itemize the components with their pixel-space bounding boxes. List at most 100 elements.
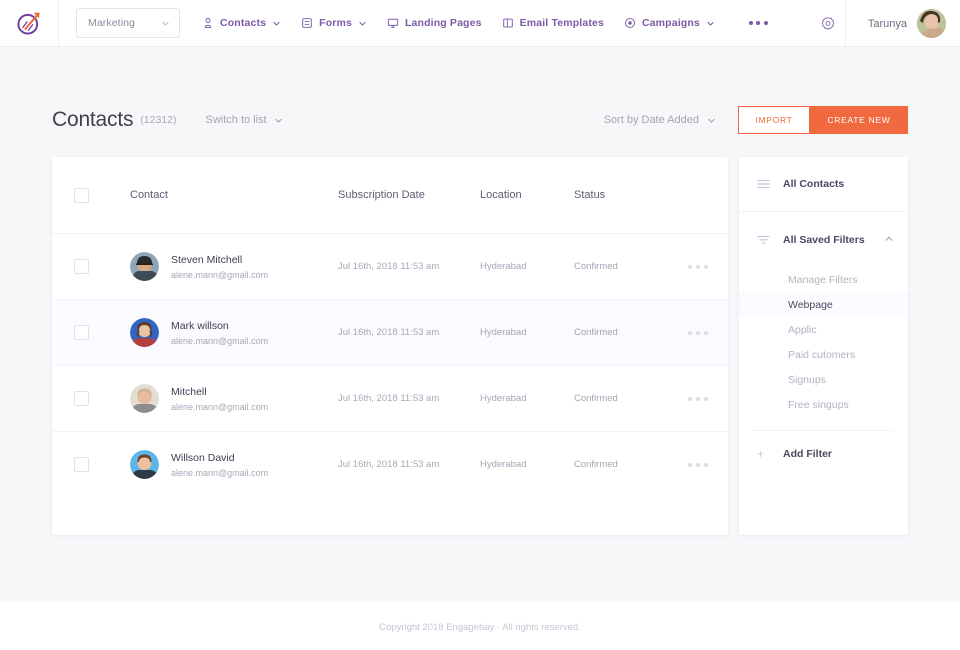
column-header-location: Location <box>480 189 574 201</box>
nav-more-button[interactable] <box>749 21 768 25</box>
heading-actions: Sort by Date Added IMPORT CREATE NEW <box>604 106 908 134</box>
table-row[interactable]: Mark willson alene.mann@gmail.com Jul 16… <box>52 299 728 365</box>
chevron-down-icon <box>272 19 281 28</box>
sidebar-filter-free-singups[interactable]: Free singups <box>739 392 908 417</box>
select-all-cell <box>74 188 130 203</box>
page-footer: Copyright 2018 Engagebay · All rights re… <box>0 602 960 650</box>
engagebay-logo-icon <box>16 10 42 36</box>
more-horizontal-icon <box>696 463 700 467</box>
more-horizontal-icon <box>688 397 692 401</box>
settings-button[interactable] <box>811 16 845 32</box>
more-horizontal-icon <box>704 463 708 467</box>
table-row[interactable]: Steven Mitchell alene.mann@gmail.com Jul… <box>52 233 728 299</box>
row-checkbox[interactable] <box>74 325 89 340</box>
sidebar-filter-webpage[interactable]: Webpage <box>739 292 908 317</box>
row-actions-button[interactable] <box>688 331 708 335</box>
app-logo[interactable] <box>0 10 58 36</box>
nav-label-forms: Forms <box>319 17 352 29</box>
switch-view-dropdown[interactable]: Switch to list <box>205 114 282 126</box>
more-horizontal-icon <box>696 397 700 401</box>
cell-subscription-date: Jul 16th, 2018 11:53 am <box>338 327 480 338</box>
nav-label-contacts: Contacts <box>220 17 266 29</box>
primary-nav: Contacts Forms <box>202 17 768 29</box>
page-heading-row: Contacts (12312) Switch to list Sort by … <box>52 104 908 136</box>
select-all-checkbox[interactable] <box>74 188 89 203</box>
workspace-value: Marketing <box>88 17 135 29</box>
import-button[interactable]: IMPORT <box>738 106 810 134</box>
cell-actions <box>670 463 726 467</box>
top-navigation-bar: Marketing Contacts <box>0 0 960 47</box>
sidebar-filter-applic[interactable]: Applic <box>739 317 908 342</box>
user-avatar <box>917 9 946 38</box>
row-select-cell <box>74 259 130 274</box>
sidebar-filter-label: Manage Filters <box>788 274 857 286</box>
gear-icon <box>820 16 836 32</box>
campaign-target-icon <box>624 17 636 29</box>
nav-item-landing-pages[interactable]: Landing Pages <box>387 17 482 29</box>
row-actions-button[interactable] <box>688 265 708 269</box>
workspace-select[interactable]: Marketing <box>76 8 180 38</box>
contact-name: Mark willson <box>171 320 268 332</box>
cell-subscription-date: Jul 16th, 2018 11:53 am <box>338 393 480 404</box>
row-actions-button[interactable] <box>688 463 708 467</box>
cell-contact: Steven Mitchell alene.mann@gmail.com <box>130 252 338 281</box>
avatar <box>130 384 159 413</box>
contacts-table-card: Contact Subscription Date Location Statu… <box>52 157 728 535</box>
sidebar-filter-label: Signups <box>788 374 826 386</box>
chevron-up-icon[interactable] <box>884 231 894 249</box>
sidebar-filter-label: Paid cutomers <box>788 349 855 361</box>
cell-subscription-date: Jul 16th, 2018 11:53 am <box>338 459 480 470</box>
nav-item-email-templates[interactable]: Email Templates <box>502 17 604 29</box>
avatar <box>917 9 946 38</box>
avatar <box>130 252 159 281</box>
sidebar-item-all-saved-filters[interactable]: All Saved Filters <box>739 212 908 267</box>
table-header-row: Contact Subscription Date Location Statu… <box>52 157 728 233</box>
list-lines-icon <box>757 179 772 189</box>
row-actions-button[interactable] <box>688 397 708 401</box>
contact-email: alene.mann@gmail.com <box>171 402 268 412</box>
more-horizontal-icon <box>704 397 708 401</box>
chevron-down-icon <box>274 116 283 125</box>
nav-label-campaigns: Campaigns <box>642 17 700 29</box>
sort-by-dropdown[interactable]: Sort by Date Added <box>604 114 716 126</box>
more-horizontal-icon <box>749 21 753 25</box>
row-select-cell <box>74 391 130 406</box>
nav-item-contacts[interactable]: Contacts <box>202 17 281 29</box>
sidebar-filter-signups[interactable]: Signups <box>739 367 908 392</box>
table-row[interactable]: Mitchell alene.mann@gmail.com Jul 16th, … <box>52 365 728 431</box>
row-checkbox[interactable] <box>74 391 89 406</box>
column-header-status: Status <box>574 189 670 201</box>
column-header-subscription-date: Subscription Date <box>338 189 480 201</box>
add-filter-button[interactable]: + Add Filter <box>739 431 908 477</box>
add-filter-label: Add Filter <box>783 448 832 460</box>
cell-actions <box>670 265 726 269</box>
sidebar-filter-manage-filters[interactable]: Manage Filters <box>739 267 908 292</box>
sidebar-item-all-contacts[interactable]: All Contacts <box>739 157 908 212</box>
avatar <box>130 450 159 479</box>
sidebar-filter-paid-cutomers[interactable]: Paid cutomers <box>739 342 908 367</box>
more-horizontal-icon <box>756 21 760 25</box>
row-select-cell <box>74 325 130 340</box>
table-row[interactable]: Willson David alene.mann@gmail.com Jul 1… <box>52 431 728 497</box>
nav-label-landing-pages: Landing Pages <box>405 17 482 29</box>
sidebar-filter-label: Applic <box>788 324 817 336</box>
cell-location: Hyderabad <box>480 393 574 404</box>
nav-item-forms[interactable]: Forms <box>301 17 367 29</box>
top-nav-right: Tarunya <box>811 0 960 47</box>
sidebar-label-all-contacts: All Contacts <box>783 178 844 190</box>
contact-identity: Steven Mitchell alene.mann@gmail.com <box>171 254 268 280</box>
sidebar-filter-label: Webpage <box>788 299 833 311</box>
row-checkbox[interactable] <box>74 259 89 274</box>
avatar-mark <box>130 318 159 347</box>
nav-item-campaigns[interactable]: Campaigns <box>624 17 715 29</box>
chevron-down-icon <box>161 19 170 28</box>
more-horizontal-icon <box>688 331 692 335</box>
user-menu[interactable]: Tarunya <box>868 9 960 38</box>
switch-view-label: Switch to list <box>205 114 266 126</box>
row-checkbox[interactable] <box>74 457 89 472</box>
contact-person-icon <box>202 17 214 29</box>
sort-by-label: Sort by Date Added <box>604 114 699 126</box>
avatar-mitchell <box>130 384 159 413</box>
create-new-button[interactable]: CREATE NEW <box>810 106 908 134</box>
chevron-down-icon <box>358 19 367 28</box>
